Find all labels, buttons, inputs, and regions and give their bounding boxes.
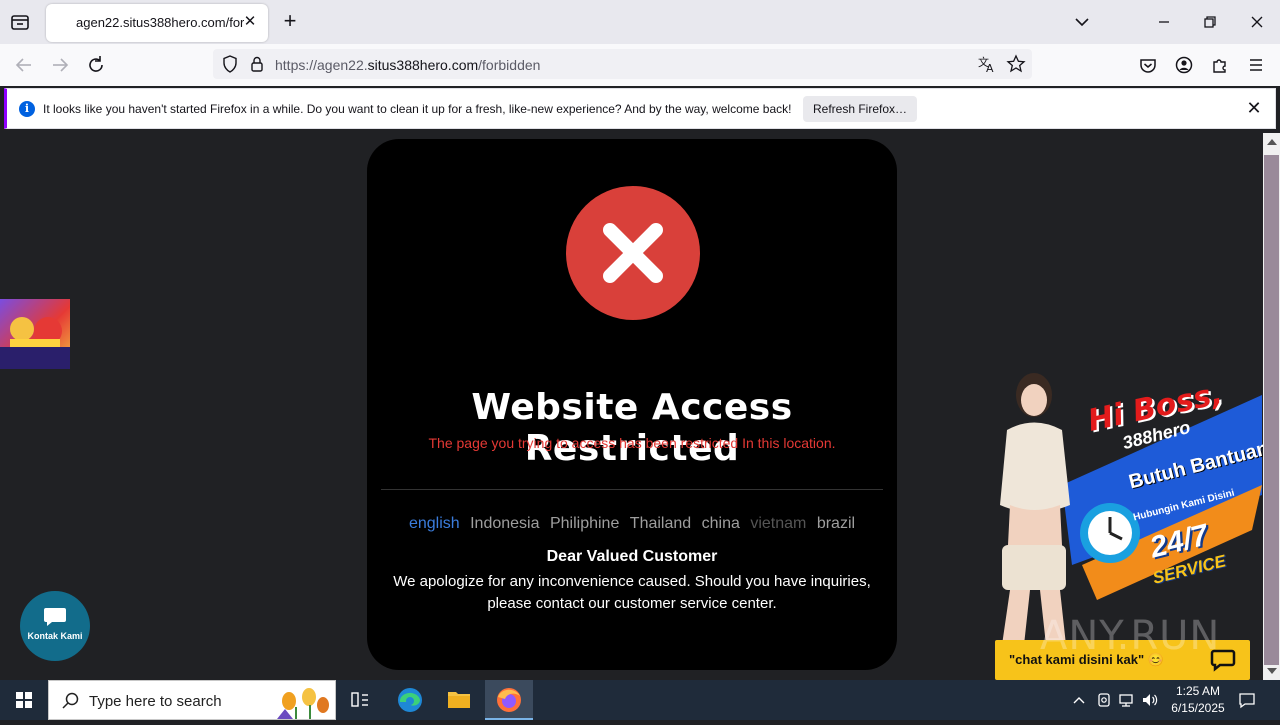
network-icon[interactable] bbox=[1117, 690, 1137, 710]
lang-brazil[interactable]: brazil bbox=[817, 515, 855, 532]
tulips-decoration-icon bbox=[277, 688, 329, 719]
info-icon: i bbox=[19, 101, 35, 117]
lang-vietnam[interactable]: vietnam bbox=[750, 515, 806, 532]
windows-taskbar: Type here to search 1:25 AM 6/15/2025 bbox=[0, 680, 1280, 720]
translate-icon[interactable]: 文A bbox=[977, 54, 997, 75]
page-subtitle: The page you trying to access has been r… bbox=[428, 435, 836, 451]
task-view-icon[interactable] bbox=[336, 680, 384, 720]
svg-text:A: A bbox=[986, 62, 994, 74]
volume-icon[interactable] bbox=[1140, 690, 1160, 710]
refresh-firefox-button[interactable]: Refresh Firefox… bbox=[803, 96, 917, 122]
clock-date: 6/15/2025 bbox=[1171, 701, 1225, 715]
notification-bar: i It looks like you haven't started Fire… bbox=[4, 88, 1276, 129]
restore-icon[interactable] bbox=[1198, 10, 1222, 34]
scroll-down-icon[interactable] bbox=[1267, 668, 1277, 674]
scrollbar-thumb[interactable] bbox=[1264, 155, 1279, 665]
clock-time: 1:25 AM bbox=[1175, 684, 1221, 698]
forward-icon[interactable] bbox=[47, 52, 73, 78]
notifications-icon[interactable] bbox=[1237, 690, 1257, 710]
pocket-icon[interactable] bbox=[1135, 52, 1161, 78]
divider bbox=[381, 489, 883, 490]
search-icon bbox=[62, 692, 79, 709]
left-promo-banner[interactable] bbox=[0, 299, 70, 369]
dear-heading: Dear Valued Customer bbox=[546, 548, 718, 565]
bookmark-star-icon[interactable] bbox=[1006, 54, 1026, 74]
windows-start-icon[interactable] bbox=[0, 680, 48, 720]
page-viewport: Website Access Restricted The page you t… bbox=[0, 133, 1263, 680]
firefox-icon[interactable] bbox=[485, 680, 533, 720]
lang-indonesia[interactable]: Indonesia bbox=[470, 515, 539, 532]
new-tab-icon[interactable]: + bbox=[278, 10, 302, 34]
search-placeholder: Type here to search bbox=[89, 693, 222, 710]
extensions-icon[interactable] bbox=[1207, 52, 1233, 78]
browser-tab[interactable]: agen22.situs388hero.com/forbidden ✕ bbox=[46, 4, 268, 42]
restriction-card: Website Access Restricted The page you t… bbox=[367, 139, 897, 670]
notification-message: It looks like you haven't started Firefo… bbox=[43, 102, 792, 116]
scroll-up-icon[interactable] bbox=[1267, 139, 1277, 145]
taskbar-clock[interactable]: 1:25 AM 6/15/2025 bbox=[1162, 683, 1234, 717]
contact-chat-button[interactable]: Kontak Kami bbox=[20, 591, 90, 661]
url-text: https://agen22.situs388hero.com/forbidde… bbox=[275, 57, 541, 73]
reload-icon[interactable] bbox=[83, 52, 109, 78]
page-scrollbar[interactable] bbox=[1263, 133, 1280, 680]
lang-china[interactable]: china bbox=[702, 515, 740, 532]
tab-title: agen22.situs388hero.com/forbidden bbox=[76, 15, 244, 30]
tray-device-icon[interactable] bbox=[1094, 690, 1114, 710]
taskbar-search-box[interactable]: Type here to search bbox=[48, 680, 336, 720]
tab-bar: agen22.situs388hero.com/forbidden ✕ + bbox=[0, 0, 1280, 44]
address-bar[interactable]: https://agen22.situs388hero.com/forbidde… bbox=[213, 49, 1032, 79]
language-selector: english Indonesia Philiphine Thailand ch… bbox=[367, 515, 897, 533]
lang-thailand[interactable]: Thailand bbox=[630, 515, 691, 532]
lock-icon[interactable] bbox=[247, 54, 267, 74]
apology-text: We apologize for any inconvenience cause… bbox=[393, 573, 871, 612]
minimize-icon[interactable] bbox=[1152, 10, 1176, 34]
chat-icon bbox=[44, 608, 66, 626]
notification-close-icon[interactable]: ✕ bbox=[1243, 97, 1265, 119]
edge-icon[interactable] bbox=[386, 680, 434, 720]
navigation-bar: https://agen22.situs388hero.com/forbidde… bbox=[0, 44, 1280, 86]
watermark-text: ANY.RUN bbox=[1040, 613, 1221, 659]
file-explorer-icon[interactable] bbox=[435, 680, 483, 720]
error-x-icon bbox=[566, 186, 700, 320]
lang-philiphine[interactable]: Philiphine bbox=[550, 515, 619, 532]
list-all-tabs-icon[interactable] bbox=[8, 10, 32, 34]
back-icon[interactable] bbox=[11, 52, 37, 78]
account-icon[interactable] bbox=[1171, 52, 1197, 78]
tab-overflow-chevron-icon[interactable] bbox=[1070, 10, 1094, 34]
lang-english[interactable]: english bbox=[409, 515, 460, 532]
tray-chevron-up-icon[interactable] bbox=[1069, 690, 1089, 710]
page-title: Website Access Restricted bbox=[471, 387, 793, 469]
tab-close-icon[interactable]: ✕ bbox=[240, 12, 260, 32]
menu-hamburger-icon[interactable] bbox=[1243, 52, 1269, 78]
chat-button-label: Kontak Kami bbox=[27, 631, 83, 641]
close-window-icon[interactable] bbox=[1245, 10, 1269, 34]
tracking-shield-icon[interactable] bbox=[220, 54, 240, 74]
